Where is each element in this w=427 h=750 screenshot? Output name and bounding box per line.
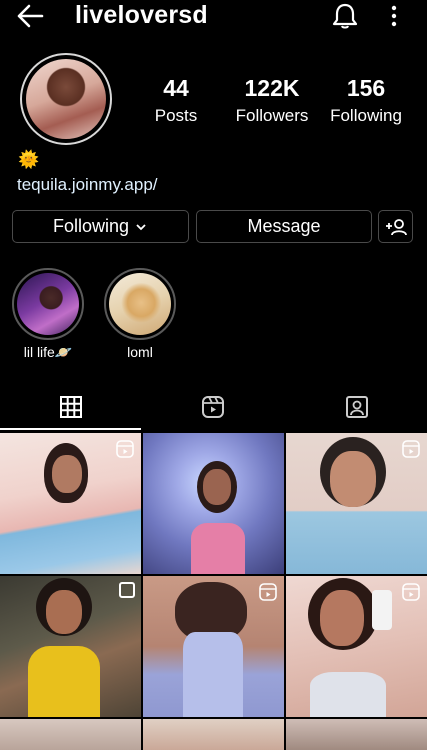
post-thumbnail[interactable]: [143, 576, 284, 717]
highlight-cover: [109, 273, 171, 335]
post-thumbnail[interactable]: [143, 719, 284, 750]
following-button[interactable]: Following: [12, 210, 189, 243]
posts-count: 44: [163, 75, 189, 101]
notifications-button[interactable]: [330, 2, 360, 30]
posts-label: Posts: [154, 106, 198, 125]
reels-badge-icon: [402, 583, 420, 601]
reels-badge-icon: [259, 583, 277, 601]
bio-emoji: 🌞: [18, 150, 40, 169]
highlight-label: loml: [127, 344, 153, 360]
following-button-label: Following: [52, 216, 130, 236]
followers-count: 122K: [244, 75, 300, 101]
post-thumbnail[interactable]: [286, 576, 427, 717]
stat-posts[interactable]: 44 Posts: [140, 74, 212, 128]
add-person-icon: [385, 218, 407, 235]
post-thumbnail[interactable]: [0, 719, 141, 750]
message-button-label: Message: [247, 216, 321, 236]
highlight-lil-life[interactable]: [12, 268, 84, 340]
grid-icon: [60, 396, 82, 418]
tab-reels[interactable]: [200, 394, 226, 420]
avatar-photo: [26, 59, 106, 139]
multi-photo-badge: [119, 582, 135, 598]
tagged-icon: [346, 396, 368, 418]
chevron-down-icon: [136, 223, 146, 230]
arrow-left-icon: [17, 4, 44, 28]
highlight-label: lil life🪐: [23, 344, 73, 360]
suggested-users-button[interactable]: [378, 210, 413, 243]
post-thumbnail[interactable]: [0, 576, 141, 717]
bio-link[interactable]: tequila.joinmy.app/: [17, 174, 158, 196]
message-button[interactable]: Message: [196, 210, 372, 243]
followers-label: Followers: [235, 106, 309, 125]
more-options-button[interactable]: [384, 2, 404, 30]
reels-badge-icon: [116, 440, 134, 458]
stat-followers[interactable]: 122K Followers: [226, 74, 318, 128]
post-thumbnail[interactable]: [286, 719, 427, 750]
tab-tagged[interactable]: [344, 394, 370, 420]
highlight-loml[interactable]: [104, 268, 176, 340]
profile-avatar[interactable]: [20, 53, 112, 145]
more-vertical-icon: [391, 5, 397, 27]
following-label: Following: [330, 106, 402, 125]
tab-posts[interactable]: [58, 394, 84, 420]
post-thumbnail[interactable]: [286, 433, 427, 574]
bell-icon: [332, 3, 358, 29]
reels-badge-icon: [402, 440, 420, 458]
active-tab-indicator: [0, 428, 141, 430]
following-count: 156: [346, 75, 386, 101]
profile-username: liveloversd: [75, 1, 208, 29]
back-button[interactable]: [14, 2, 46, 30]
stat-following[interactable]: 156 Following: [322, 74, 410, 128]
reels-icon: [202, 396, 224, 418]
post-thumbnail[interactable]: [0, 433, 141, 574]
highlight-cover: [17, 273, 79, 335]
post-thumbnail[interactable]: [143, 433, 284, 574]
